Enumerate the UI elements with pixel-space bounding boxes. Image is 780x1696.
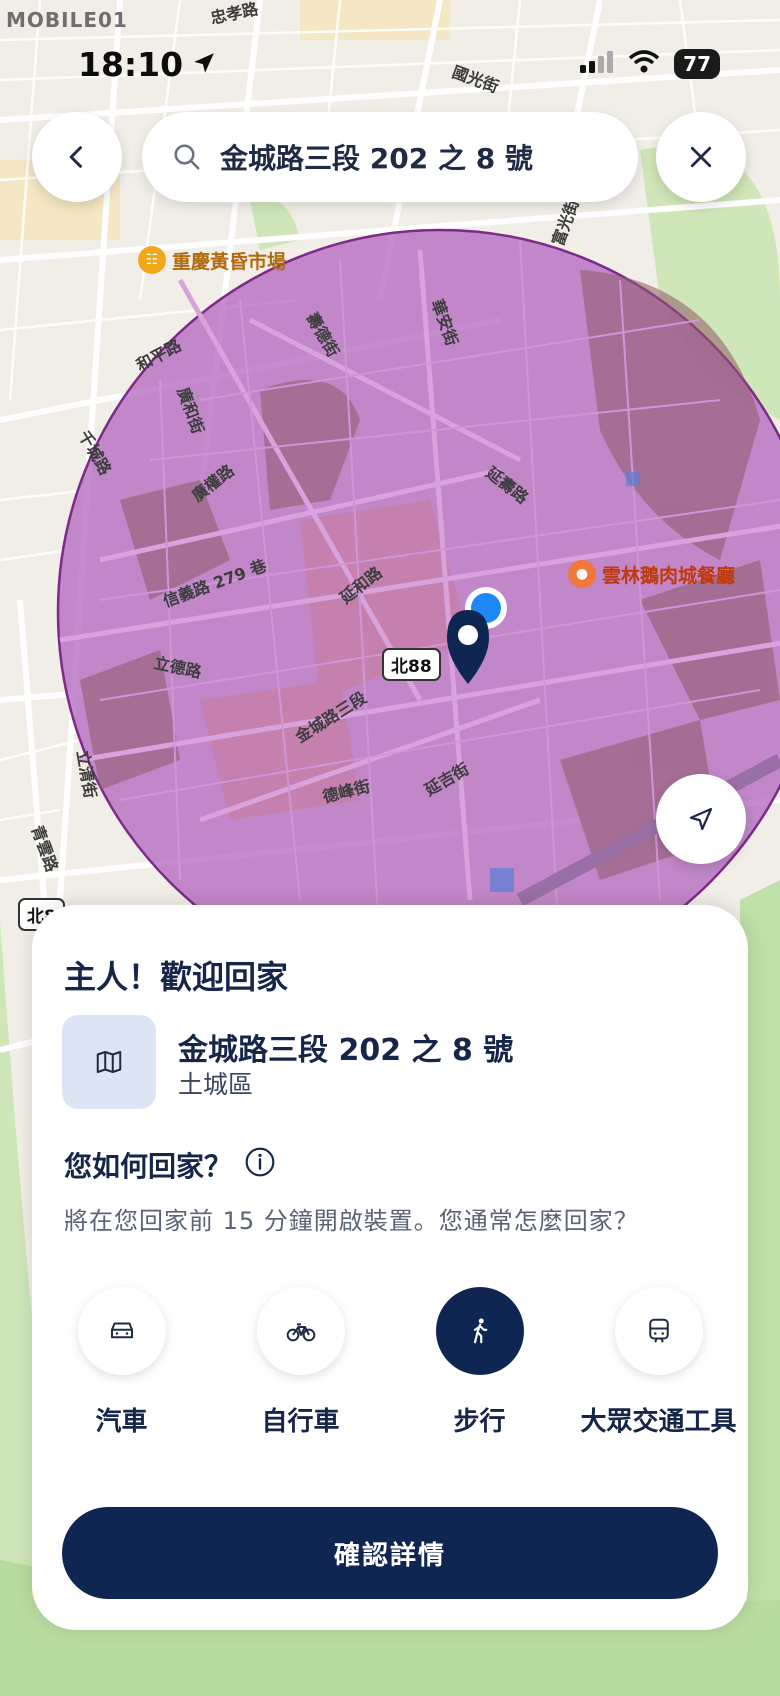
mode-car-label: 汽車 xyxy=(95,1407,148,1437)
car-icon xyxy=(110,1322,133,1339)
recenter-button[interactable] xyxy=(656,774,746,864)
map-tile xyxy=(62,1015,156,1109)
commute-hint: 將在您回家前 15 分鐘開啟裝置。您通常怎麼回家？ xyxy=(64,1207,639,1235)
restaurant-icon: ● xyxy=(568,560,596,588)
search-bar[interactable]: 金城路三段 202 之 8 號 xyxy=(142,112,638,202)
info-icon[interactable] xyxy=(244,1146,276,1185)
home-setup-sheet: 主人！歡迎回家 金城路三段 202 之 8 號 土城區 您如何回家？ 將在您回家… xyxy=(32,905,748,1630)
bicycle-icon xyxy=(286,1323,315,1342)
status-icons: 77 xyxy=(580,49,720,79)
mode-transit[interactable]: 大眾交通工具 xyxy=(569,1287,748,1438)
battery-indicator: 77 xyxy=(674,49,720,79)
search-icon xyxy=(174,144,200,170)
chevron-left-icon xyxy=(69,146,82,168)
route-shield: 北88 xyxy=(382,648,441,681)
poi-market-label: 重慶黃昏市場 xyxy=(172,250,287,273)
question-label: 您如何回家？ xyxy=(64,1150,233,1183)
mode-walk[interactable]: 步行 xyxy=(390,1287,569,1438)
wifi-icon xyxy=(628,50,660,78)
close-icon xyxy=(690,146,712,168)
mode-walk-label: 步行 xyxy=(453,1407,506,1437)
navigation-arrow-icon xyxy=(689,807,713,831)
search-input[interactable]: 金城路三段 202 之 8 號 xyxy=(220,137,533,177)
bus-icon xyxy=(648,1318,669,1343)
transport-mode-selector: 汽車 自行車 步行 大眾交通工具 xyxy=(32,1287,748,1438)
mode-car[interactable]: 汽車 xyxy=(32,1287,211,1438)
poi-restaurant[interactable]: ● 雲林鵝肉城餐廳 xyxy=(568,560,735,588)
back-button[interactable] xyxy=(32,112,122,202)
map-icon xyxy=(96,1051,122,1073)
location-arrow-icon xyxy=(191,45,217,84)
mode-bicycle[interactable]: 自行車 xyxy=(211,1287,390,1438)
clock: 18:10 xyxy=(78,44,184,84)
confirm-details-button[interactable]: 確認詳情 xyxy=(62,1507,718,1599)
mode-bicycle-button[interactable] xyxy=(256,1287,345,1375)
mode-walk-button[interactable] xyxy=(435,1287,524,1375)
walk-icon xyxy=(473,1318,487,1344)
mode-transit-label: 大眾交通工具 xyxy=(580,1407,737,1437)
status-time: 18:10 xyxy=(78,45,217,84)
status-bar: 18:10 77 xyxy=(78,40,720,88)
watermark: MOBILE01 xyxy=(6,8,128,32)
poi-market[interactable]: ☷ 重慶黃昏市場 xyxy=(138,246,286,274)
greeting-title: 主人！歡迎回家 xyxy=(64,958,289,996)
signal-icon xyxy=(580,51,614,77)
commute-question: 您如何回家？ xyxy=(64,1145,276,1185)
basket-icon: ☷ xyxy=(138,246,166,274)
address-line: 金城路三段 202 之 8 號 xyxy=(178,1033,514,1068)
close-button[interactable] xyxy=(656,112,746,202)
mode-bicycle-label: 自行車 xyxy=(261,1407,340,1437)
district-line: 土城區 xyxy=(178,1070,254,1099)
mode-car-button[interactable] xyxy=(77,1287,166,1375)
mode-transit-button[interactable] xyxy=(614,1287,703,1375)
poi-restaurant-label: 雲林鵝肉城餐廳 xyxy=(602,564,736,587)
